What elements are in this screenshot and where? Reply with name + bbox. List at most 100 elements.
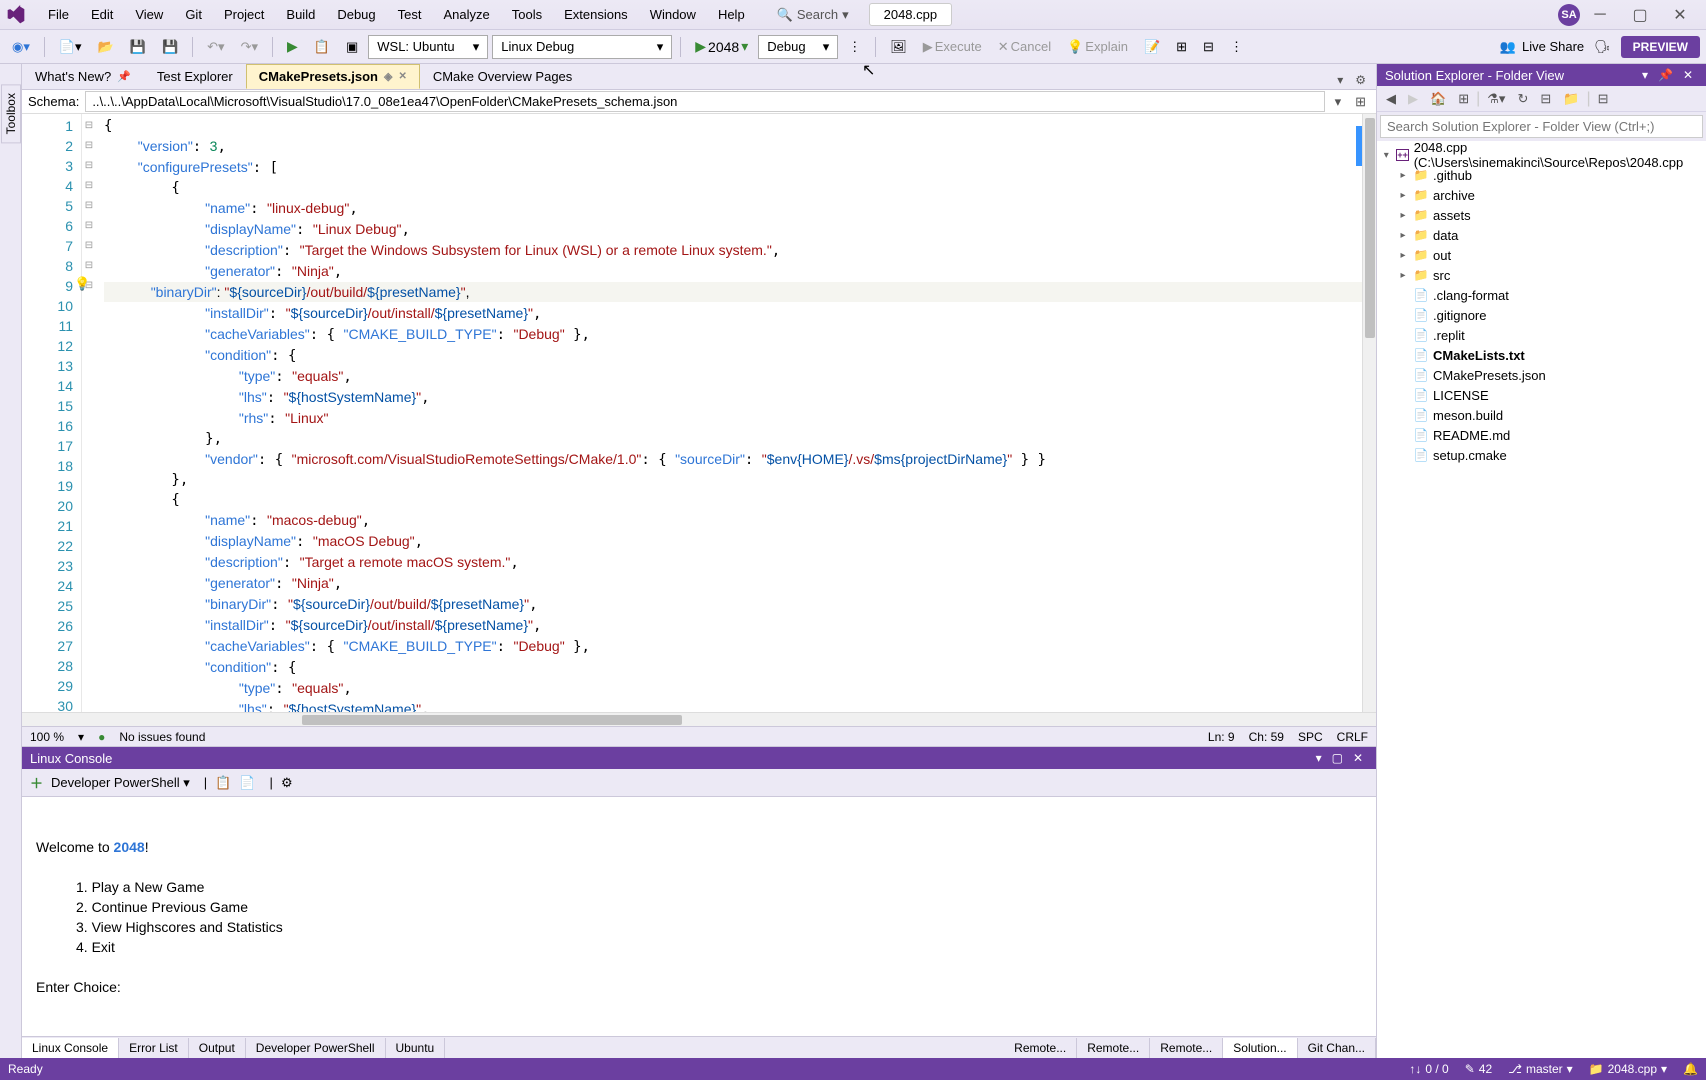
filter-button[interactable]: ⚗▾ xyxy=(1482,88,1510,110)
zoom-level[interactable]: 100 % xyxy=(30,730,64,744)
tab-whats-new[interactable]: What's New?📌 xyxy=(22,64,144,89)
menu-build[interactable]: Build xyxy=(276,3,325,26)
tree-row[interactable]: 📄setup.cmake xyxy=(1377,445,1706,465)
overflow-button[interactable]: ⋮ xyxy=(842,36,867,58)
sidebar-pin-button[interactable]: 📌 xyxy=(1653,68,1678,82)
project-indicator[interactable]: 📁2048.cpp ▾ xyxy=(1589,1062,1667,1076)
tree-row[interactable]: ▸📁out xyxy=(1377,245,1706,265)
project-name[interactable]: 2048.cpp xyxy=(869,3,953,26)
solution-search-input[interactable] xyxy=(1380,115,1703,138)
execute-button[interactable]: ▶ Execute xyxy=(917,36,988,58)
menu-tools[interactable]: Tools xyxy=(502,3,552,26)
changes-indicator[interactable]: ✎42 xyxy=(1465,1062,1492,1076)
refresh-button[interactable]: ↻ xyxy=(1512,88,1533,110)
tree-row[interactable]: 📄CMakeLists.txt xyxy=(1377,345,1706,365)
tree-row[interactable]: 📄LICENSE xyxy=(1377,385,1706,405)
properties-button[interactable]: ⊟ xyxy=(1593,88,1614,110)
code-editor[interactable]: 1234567891011121314151617181920212223242… xyxy=(22,114,1376,712)
toolbox-tab[interactable]: Toolbox xyxy=(1,84,21,143)
new-item-button[interactable]: 📄▾ xyxy=(53,36,88,58)
bottom-tab-remote1[interactable]: Remote... xyxy=(1004,1038,1077,1058)
bottom-tab-remote2[interactable]: Remote... xyxy=(1077,1038,1150,1058)
back-button[interactable]: ◀ xyxy=(1381,88,1401,110)
bottom-tab-linux-console[interactable]: Linux Console xyxy=(22,1038,119,1058)
vertical-scrollbar[interactable] xyxy=(1362,114,1376,712)
cancel-button[interactable]: ✕ Cancel xyxy=(992,36,1057,58)
console-close-button[interactable]: ✕ xyxy=(1348,751,1368,765)
tab-cmakepresets[interactable]: CMakePresets.json◈✕ xyxy=(246,64,420,89)
copy-button[interactable]: 📋 xyxy=(215,775,231,791)
search-box[interactable]: 🔍 Search ▾ xyxy=(769,5,857,25)
menu-test[interactable]: Test xyxy=(388,3,432,26)
tree-row[interactable]: 📄.clang-format xyxy=(1377,285,1706,305)
schema-dropdown-button[interactable]: ▾ xyxy=(1331,92,1346,112)
tab-dropdown-button[interactable]: ▾ xyxy=(1333,71,1347,89)
platform-dropdown[interactable]: WSL: Ubuntu▾ xyxy=(368,35,488,59)
tree-row[interactable]: 📄CMakePresets.json xyxy=(1377,365,1706,385)
horizontal-scrollbar[interactable] xyxy=(22,712,1376,726)
explain-button[interactable]: 💡 Explain xyxy=(1061,36,1134,58)
solution-tree[interactable]: ▾++2048.cpp (C:\Users\sinemakinci\Source… xyxy=(1377,141,1706,1058)
save-all-button[interactable]: 💾 xyxy=(156,36,184,58)
menu-analyze[interactable]: Analyze xyxy=(433,3,499,26)
overflow2-button[interactable]: ⋮ xyxy=(1224,36,1249,58)
window-button[interactable]: ▣ xyxy=(340,36,364,58)
config-dropdown[interactable]: Linux Debug▾ xyxy=(492,35,672,59)
bottom-tab-solution[interactable]: Solution... xyxy=(1223,1038,1297,1058)
shell-dropdown[interactable]: Developer PowerShell ▾ xyxy=(51,775,190,791)
script-button[interactable]: 📋 xyxy=(308,36,336,58)
collapse-button[interactable]: ⊟ xyxy=(1535,88,1556,110)
preview-button[interactable]: PREVIEW xyxy=(1621,36,1700,58)
close-button[interactable]: ✕ xyxy=(1660,1,1700,29)
home-button[interactable]: 🏠 xyxy=(1425,88,1451,110)
tab-settings-button[interactable]: ⚙ xyxy=(1351,71,1370,89)
debug-start-button[interactable]: ▶ 2048 ▾ xyxy=(689,35,754,58)
menu-debug[interactable]: Debug xyxy=(327,3,385,26)
settings-button[interactable]: ⚙ xyxy=(281,775,293,791)
eol-indicator[interactable]: CRLF xyxy=(1337,730,1368,744)
tab-test-explorer[interactable]: Test Explorer xyxy=(144,64,246,89)
menu-help[interactable]: Help xyxy=(708,3,755,26)
lightbulb-icon[interactable]: 💡 xyxy=(74,276,90,292)
fold-gutter[interactable]: ⊟⊟⊟⊟⊟⊟⊟⊟⊟ xyxy=(82,114,96,712)
live-share-button[interactable]: 👥Live Share xyxy=(1500,39,1584,55)
add-icon[interactable]: ＋ xyxy=(30,773,43,792)
avatar[interactable]: SA xyxy=(1558,4,1580,26)
menu-edit[interactable]: Edit xyxy=(81,3,123,26)
bottom-tab-output[interactable]: Output xyxy=(189,1038,246,1058)
bottom-tab-error-list[interactable]: Error List xyxy=(119,1038,189,1058)
tree-row[interactable]: ▸📁src xyxy=(1377,265,1706,285)
indent-indicator[interactable]: SPC xyxy=(1298,730,1323,744)
edit-icon[interactable]: 📝 xyxy=(1138,36,1166,58)
forward-button[interactable]: ▶ xyxy=(1403,88,1423,110)
start-button[interactable]: ▶ xyxy=(281,35,304,58)
bottom-tab-powershell[interactable]: Developer PowerShell xyxy=(246,1038,386,1058)
conflicts-indicator[interactable]: ↑↓0 / 0 xyxy=(1409,1062,1448,1076)
console-output[interactable]: Welcome to 2048!1. Play a New Game2. Con… xyxy=(22,797,1376,1036)
save-button[interactable]: 💾 xyxy=(124,36,152,58)
bottom-tab-git-changes[interactable]: Git Chan... xyxy=(1298,1038,1376,1058)
console-maximize-button[interactable]: ▢ xyxy=(1327,751,1348,765)
notifications-button[interactable]: 🔔 xyxy=(1683,1062,1698,1076)
menu-window[interactable]: Window xyxy=(640,3,706,26)
paste-button[interactable]: 📄 xyxy=(239,775,255,791)
issues-status[interactable]: No issues found xyxy=(119,730,205,744)
menu-file[interactable]: File xyxy=(38,3,79,26)
menu-project[interactable]: Project xyxy=(214,3,274,26)
redo-button[interactable]: ↷▾ xyxy=(235,36,264,58)
chevron-down-icon[interactable]: ▾ xyxy=(78,730,84,744)
pin-icon[interactable]: 📌 xyxy=(117,70,131,83)
schema-split-button[interactable]: ⊞ xyxy=(1351,92,1370,112)
open-button[interactable]: 📂 xyxy=(92,36,120,58)
schema-input[interactable] xyxy=(85,91,1324,112)
bottom-tab-ubuntu[interactable]: Ubuntu xyxy=(386,1038,446,1058)
minimize-button[interactable]: ─ xyxy=(1580,1,1620,29)
bottom-tab-remote3[interactable]: Remote... xyxy=(1150,1038,1223,1058)
tree-row[interactable]: 📄README.md xyxy=(1377,425,1706,445)
tree-row[interactable]: 📄meson.build xyxy=(1377,405,1706,425)
tree-row[interactable]: ▸📁archive xyxy=(1377,185,1706,205)
sidebar-dropdown-button[interactable]: ▾ xyxy=(1637,68,1653,82)
menu-extensions[interactable]: Extensions xyxy=(554,3,638,26)
preview-icon[interactable]: ◈ xyxy=(384,70,392,83)
image-button[interactable]: 🖼 xyxy=(884,36,913,58)
